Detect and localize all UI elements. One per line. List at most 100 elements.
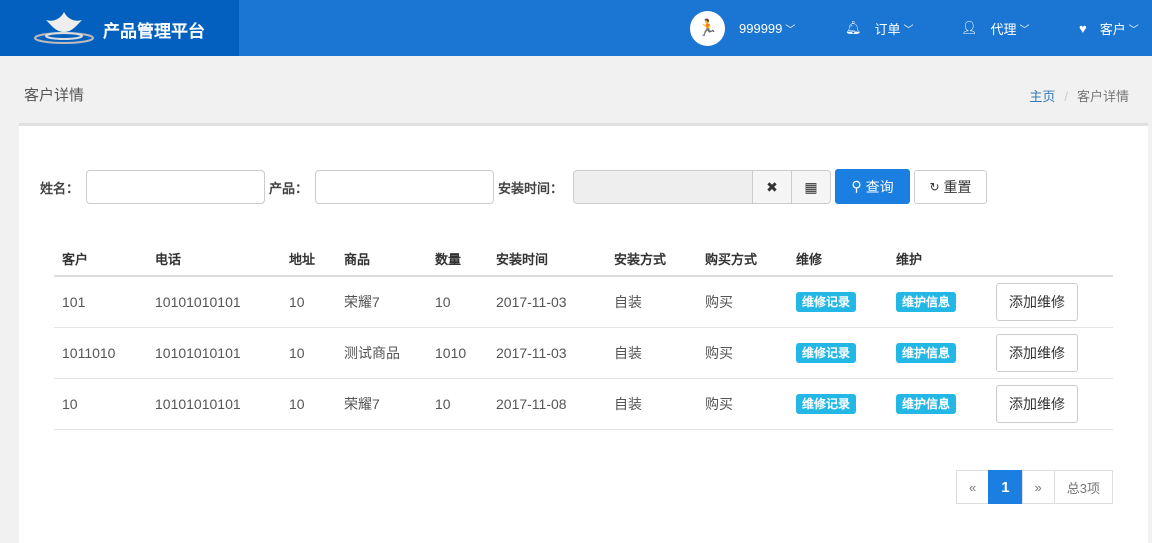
nav-label: 客户 xyxy=(1099,21,1126,37)
table-cell: 2017-11-03 xyxy=(488,327,606,379)
table-cell: 维护信息 xyxy=(888,276,988,328)
install-time-label: 安装时间： xyxy=(498,181,564,196)
product-input[interactable] xyxy=(315,170,494,204)
page-title: 客户详情 xyxy=(24,87,85,104)
table-cell: 维修记录 xyxy=(788,378,888,430)
table-cell: 10 xyxy=(427,378,488,430)
column-header: 安装方式 xyxy=(606,241,697,277)
chevron-down-icon: ﹀ xyxy=(1128,24,1139,36)
query-label: 查询 xyxy=(865,178,894,195)
table-cell: 2017-11-03 xyxy=(488,276,606,328)
bell-icon: 🔔︎ xyxy=(845,20,862,35)
table-cell: 10 xyxy=(54,378,147,430)
table-cell: 10101010101 xyxy=(147,327,281,379)
maintenance-info-badge[interactable]: 维护信息 xyxy=(896,343,957,363)
reset-label: 重置 xyxy=(943,179,972,195)
install-time-input[interactable] xyxy=(573,170,753,204)
table-cell: 10101010101 xyxy=(147,378,281,430)
table-cell: 添加维修 xyxy=(988,276,1113,328)
reset-button[interactable]: ↻ 重置 xyxy=(914,170,987,204)
table-cell: 自装 xyxy=(606,378,697,430)
product-label: 产品： xyxy=(269,181,309,196)
table-cell: 10 xyxy=(281,276,336,328)
table-cell: 2017-11-08 xyxy=(488,378,606,430)
search-icon: ⚲ xyxy=(851,178,862,194)
add-repair-button[interactable]: 添加维修 xyxy=(996,282,1078,321)
table-cell: 自装 xyxy=(606,327,697,379)
table-cell: 荣耀7 xyxy=(336,276,427,328)
chevron-down-icon: ﹀ xyxy=(903,24,914,36)
table-cell: 10 xyxy=(281,327,336,379)
maintenance-info-badge[interactable]: 维护信息 xyxy=(896,292,957,313)
chevron-down-icon: ﹀ xyxy=(1019,24,1030,36)
page-header: 客户详情 主页 / 客户详情 xyxy=(0,56,1152,123)
add-repair-button[interactable]: 添加维修 xyxy=(996,333,1078,372)
breadcrumb-separator: / xyxy=(1064,89,1068,104)
table-cell: 维修记录 xyxy=(788,276,888,328)
query-button[interactable]: ⚲ 查询 xyxy=(835,169,910,204)
column-header: 维护 xyxy=(888,241,988,277)
table-cell: 10101010101 xyxy=(147,276,281,328)
table-row: 101 10101010101 10 荣耀7 10 2017-11-03 自装 购买 维修记录维… xyxy=(54,276,1113,328)
column-header: 安装时间 xyxy=(488,241,606,277)
clear-date-button[interactable]: ✖ xyxy=(752,170,792,204)
app-title: 产品管理平台 xyxy=(103,22,205,41)
user-icon: 👤︎ xyxy=(961,20,978,35)
column-header: 维修 xyxy=(788,241,888,277)
add-repair-button[interactable]: 添加维修 xyxy=(996,384,1078,423)
total-count: 总3项 xyxy=(1053,470,1113,504)
column-header: 购买方式 xyxy=(697,241,788,277)
table-cell: 添加维修 xyxy=(988,327,1113,379)
table-cell: 10 xyxy=(281,378,336,430)
repair-record-badge[interactable]: 维修记录 xyxy=(796,343,857,363)
brand[interactable]: 产品管理平台 xyxy=(0,0,239,56)
heart-icon: ♥ xyxy=(1079,20,1087,36)
prev-page-button[interactable]: « xyxy=(955,470,990,504)
name-input[interactable] xyxy=(86,170,265,204)
breadcrumb-current: 客户详情 xyxy=(1076,89,1129,104)
breadcrumb-home[interactable]: 主页 xyxy=(1029,89,1055,104)
user-menu[interactable]: 🏃 999999 ﹀ xyxy=(690,0,795,56)
table-cell: 1011010 xyxy=(54,327,147,379)
table-cell: 自装 xyxy=(606,276,697,328)
calendar-button[interactable]: ▦ xyxy=(791,170,831,204)
table-cell: 购买 xyxy=(697,276,788,328)
nav-orders[interactable]: 🔔︎ 订单 ﹀ xyxy=(845,0,914,56)
nav-customers[interactable]: ♥ 客户 ﹀ xyxy=(1079,0,1139,56)
repair-record-badge[interactable]: 维修记录 xyxy=(796,292,857,313)
column-header-actions xyxy=(988,241,1113,277)
content-panel: 姓名： 产品： 安装时间： ✖ ▦ ⚲ 查询 ↻ 重置 客户 电话 地址 商品 数量 安装时间… xyxy=(19,123,1148,543)
column-header: 地址 xyxy=(281,241,336,277)
table-cell: 购买 xyxy=(697,327,788,379)
customer-table: 客户 电话 地址 商品 数量 安装时间 安装方式 购买方式 维修 维护 101 1010101010… xyxy=(54,241,1113,430)
pagination: « 1 » 总3项 xyxy=(955,470,1113,504)
table-cell: 添加维修 xyxy=(988,378,1113,430)
table-cell: 荣耀7 xyxy=(336,378,427,430)
column-header: 数量 xyxy=(427,241,488,277)
column-header: 电话 xyxy=(147,241,281,277)
column-header: 客户 xyxy=(54,241,147,277)
nav-label: 订单 xyxy=(874,21,901,37)
next-page-button[interactable]: » xyxy=(1021,470,1055,504)
chevron-down-icon: ﹀ xyxy=(785,24,796,36)
avatar: 🏃 xyxy=(690,10,725,46)
calendar-icon: ▦ xyxy=(804,178,818,195)
column-header: 商品 xyxy=(336,241,427,277)
table-cell: 购买 xyxy=(697,378,788,430)
table-cell: 101 xyxy=(54,276,147,328)
nav-label: 代理 xyxy=(990,21,1017,37)
repair-record-badge[interactable]: 维修记录 xyxy=(796,394,857,414)
refresh-icon: ↻ xyxy=(929,180,940,194)
name-label: 姓名： xyxy=(40,181,80,196)
table-cell: 维护信息 xyxy=(888,327,988,379)
nav-agents[interactable]: 👤︎ 代理 ﹀ xyxy=(961,0,1030,56)
table-cell: 1010 xyxy=(427,327,488,379)
maintenance-info-badge[interactable]: 维护信息 xyxy=(896,394,957,414)
logo-icon xyxy=(34,12,94,44)
table-cell: 维修记录 xyxy=(788,327,888,379)
breadcrumb: 主页 / 客户详情 xyxy=(1029,86,1129,105)
table-row: 10 10101010101 10 荣耀7 10 2017-11-08 自装 购买 维修记录 维护… xyxy=(54,378,1113,430)
table-row: 1011010 10101010101 10 测试商品 1010 2017-11-03 自装… xyxy=(54,327,1113,379)
page-1-button[interactable]: 1 xyxy=(988,470,1023,504)
table-cell: 维护信息 xyxy=(888,378,988,430)
